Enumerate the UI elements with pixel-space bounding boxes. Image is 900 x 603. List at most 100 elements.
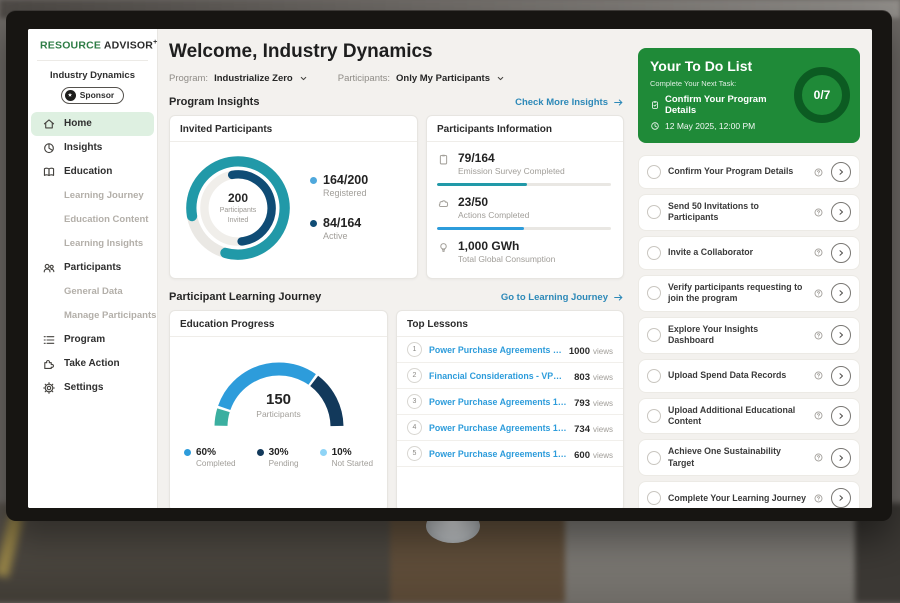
task-checkbox[interactable] bbox=[647, 246, 661, 260]
sidebar-item-insights[interactable]: Insights bbox=[31, 136, 154, 160]
learning-journey-header: Participant Learning Journey Go to Learn… bbox=[169, 291, 624, 303]
lesson-link[interactable]: Power Purchase Agreements 103 bbox=[429, 449, 567, 459]
sidebar-item-education-content[interactable]: Education Content bbox=[28, 208, 157, 232]
gauge-legend-label: Not Started bbox=[332, 459, 373, 468]
task-go-button[interactable] bbox=[831, 448, 851, 468]
task-label: Upload Spend Data Records bbox=[668, 370, 806, 381]
sidebar-item-manage-participants[interactable]: Manage Participants bbox=[28, 304, 157, 328]
task-go-button[interactable] bbox=[831, 283, 851, 303]
task-label: Achieve One Sustainability Target bbox=[668, 446, 806, 469]
go-to-learning-journey-link[interactable]: Go to Learning Journey bbox=[501, 292, 624, 303]
task-checkbox[interactable] bbox=[647, 491, 661, 505]
task-go-button[interactable] bbox=[831, 406, 851, 426]
logo-secondary: ADVISOR bbox=[104, 40, 153, 52]
todo-task-verify-participants-requesting-to-join-the-program[interactable]: Verify participants requesting to join t… bbox=[638, 275, 860, 312]
help-icon[interactable] bbox=[813, 493, 824, 504]
education-progress-title: Education Progress bbox=[170, 311, 387, 337]
legend-value: 164/200 bbox=[323, 173, 368, 187]
screen: RESOURCE ADVISOR+ Industry Dynamics Spon… bbox=[28, 29, 872, 508]
sponsor-badge-label: Sponsor bbox=[80, 90, 114, 100]
task-checkbox[interactable] bbox=[647, 165, 661, 179]
help-icon[interactable] bbox=[813, 370, 824, 381]
help-icon[interactable] bbox=[813, 452, 824, 463]
sidebar-item-program[interactable]: Program bbox=[31, 328, 154, 352]
gauge-legend-item: 30% Pending bbox=[257, 447, 299, 468]
todo-task-upload-additional-educational-content[interactable]: Upload Additional Educational Content bbox=[638, 398, 860, 435]
help-icon[interactable] bbox=[813, 167, 824, 178]
task-checkbox[interactable] bbox=[647, 205, 661, 219]
sidebar-item-take-action[interactable]: Take Action bbox=[31, 352, 154, 376]
sidebar-item-education[interactable]: Education bbox=[31, 160, 154, 184]
task-go-button[interactable] bbox=[831, 202, 851, 222]
task-go-button[interactable] bbox=[831, 366, 851, 386]
gauge-legend-value: 10% bbox=[332, 447, 373, 458]
donut-center: 200 Participants Invited bbox=[182, 152, 294, 264]
todo-task-explore-your-insights-dashboard[interactable]: Explore Your Insights Dashboard bbox=[638, 317, 860, 354]
sidebar-subitem-label: Manage Participants bbox=[64, 310, 156, 321]
sidebar-item-general-data[interactable]: General Data bbox=[28, 280, 157, 304]
sponsor-badge: Sponsor bbox=[61, 87, 124, 104]
help-icon[interactable] bbox=[813, 410, 824, 421]
sidebar-item-settings[interactable]: Settings bbox=[31, 376, 154, 400]
lesson-link[interactable]: Power Purchase Agreements 102 bbox=[429, 423, 567, 433]
lesson-row: 4 Power Purchase Agreements 102 734views bbox=[397, 415, 623, 441]
lesson-views-suffix: views bbox=[593, 399, 613, 408]
check-more-insights-link[interactable]: Check More Insights bbox=[515, 97, 624, 108]
todo-subtitle: Complete Your Next Task: bbox=[650, 79, 794, 88]
todo-task-achieve-one-sustainability-target[interactable]: Achieve One Sustainability Target bbox=[638, 439, 860, 476]
lesson-row: 3 Power Purchase Agreements 101 793views bbox=[397, 389, 623, 415]
todo-task-complete-your-learning-journey[interactable]: Complete Your Learning Journey bbox=[638, 481, 860, 508]
cloud-icon bbox=[437, 197, 450, 210]
filter-participants[interactable]: Participants: Only My Participants bbox=[338, 73, 505, 84]
filter-program[interactable]: Program: Industrialize Zero bbox=[169, 73, 308, 84]
lesson-link[interactable]: Financial Considerations - VPPAs bbox=[429, 371, 567, 381]
info-value: 1,000 GWh bbox=[458, 239, 555, 253]
lesson-row: 5 Power Purchase Agreements 103 600views bbox=[397, 441, 623, 467]
todo-task-upload-spend-data-records[interactable]: Upload Spend Data Records bbox=[638, 359, 860, 393]
participants-information-body: 79/164 Emission Survey Completed 23/50 A… bbox=[427, 142, 623, 264]
lesson-link[interactable]: Power Purchase Agreements 101 bbox=[429, 345, 562, 355]
participants-icon bbox=[42, 261, 56, 275]
donut-center-value: 200 bbox=[228, 191, 248, 205]
program-insights-header: Program Insights Check More Insights bbox=[169, 96, 624, 108]
invited-donut-chart: 200 Participants Invited bbox=[182, 152, 294, 264]
learning-journey-title: Participant Learning Journey bbox=[169, 291, 321, 303]
task-go-button[interactable] bbox=[831, 325, 851, 345]
help-icon[interactable] bbox=[813, 247, 824, 258]
chevron-right-icon bbox=[836, 288, 846, 298]
sidebar-item-label: Insights bbox=[64, 142, 102, 153]
lesson-link[interactable]: Power Purchase Agreements 101 bbox=[429, 397, 567, 407]
todo-task-confirm-your-program-details[interactable]: Confirm Your Program Details bbox=[638, 155, 860, 189]
sidebar-item-participants[interactable]: Participants bbox=[31, 256, 154, 280]
todo-task-invite-a-collaborator[interactable]: Invite a Collaborator bbox=[638, 236, 860, 270]
lesson-views-suffix: views bbox=[593, 373, 613, 382]
task-checkbox[interactable] bbox=[647, 286, 661, 300]
todo-due-date-label: 12 May 2025, 12:00 PM bbox=[665, 121, 755, 131]
education-icon bbox=[42, 165, 56, 179]
help-icon[interactable] bbox=[813, 288, 824, 299]
chevron-right-icon bbox=[836, 330, 846, 340]
lesson-rank: 2 bbox=[407, 368, 422, 383]
program-insights-title: Program Insights bbox=[169, 96, 259, 108]
task-checkbox[interactable] bbox=[647, 409, 661, 423]
task-label: Verify participants requesting to join t… bbox=[668, 282, 806, 305]
sidebar-item-learning-journey[interactable]: Learning Journey bbox=[28, 184, 157, 208]
gauge-legend-item: 10% Not Started bbox=[320, 447, 373, 468]
task-checkbox[interactable] bbox=[647, 328, 661, 342]
top-lessons-card: Top Lessons 1 Power Purchase Agreements … bbox=[396, 310, 624, 508]
task-checkbox[interactable] bbox=[647, 369, 661, 383]
sidebar-item-learning-insights[interactable]: Learning Insights bbox=[28, 232, 157, 256]
chevron-right-icon bbox=[836, 248, 846, 258]
help-icon[interactable] bbox=[813, 330, 824, 341]
task-label: Explore Your Insights Dashboard bbox=[668, 324, 806, 347]
gauge-center-label: Participants bbox=[204, 409, 354, 419]
task-checkbox[interactable] bbox=[647, 451, 661, 465]
todo-task-send-50-invitations-to-participants[interactable]: Send 50 Invitations to Participants bbox=[638, 194, 860, 231]
task-go-button[interactable] bbox=[831, 162, 851, 182]
help-icon[interactable] bbox=[813, 207, 824, 218]
gauge-legend-label: Pending bbox=[269, 459, 299, 468]
task-go-button[interactable] bbox=[831, 243, 851, 263]
sidebar-item-home[interactable]: Home bbox=[31, 112, 154, 136]
sidebar: RESOURCE ADVISOR+ Industry Dynamics Spon… bbox=[28, 29, 158, 508]
task-go-button[interactable] bbox=[831, 488, 851, 508]
